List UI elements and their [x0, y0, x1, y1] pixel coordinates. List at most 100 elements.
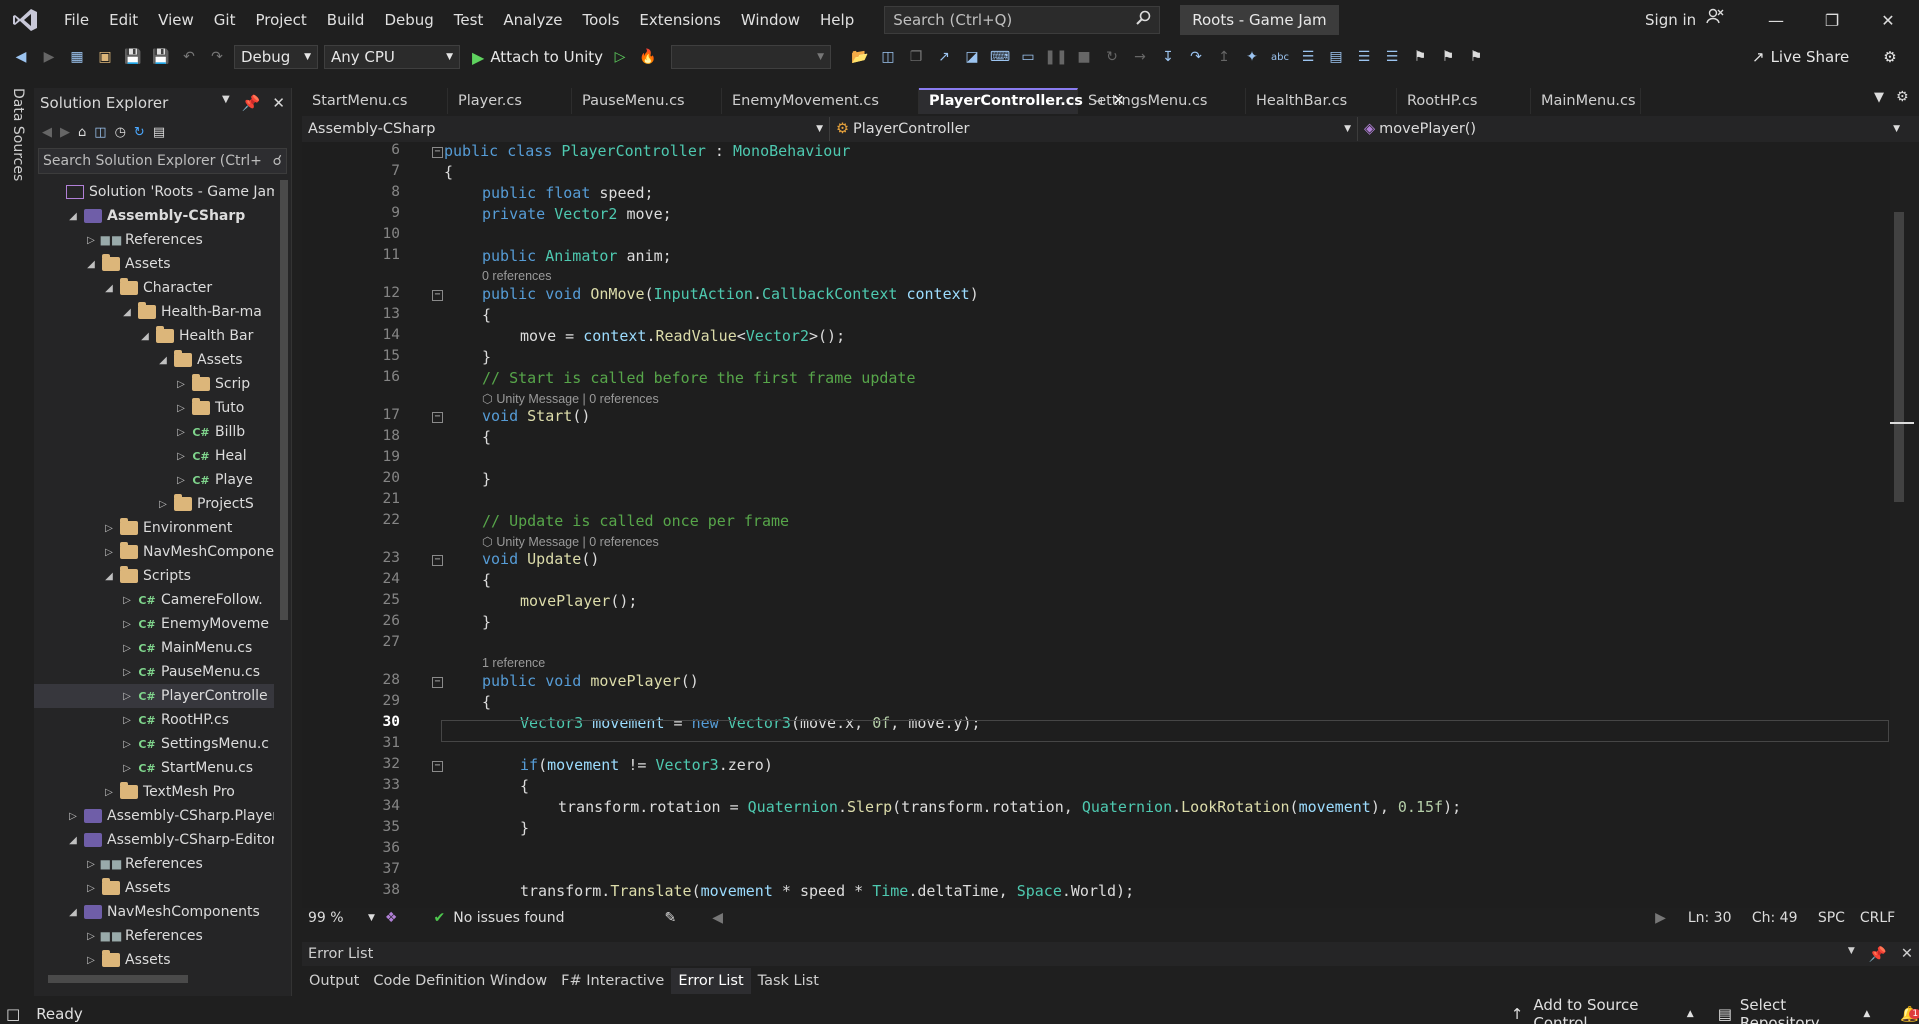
- pin-icon[interactable]: 📌: [1869, 946, 1887, 963]
- tree-item[interactable]: ▷ NavMeshCompone: [34, 540, 274, 564]
- menu-view[interactable]: View: [148, 0, 204, 40]
- code-line[interactable]: 9 private Vector2 move;: [302, 205, 1890, 226]
- tree-item[interactable]: ▷ C# PlayerControlle: [34, 684, 274, 708]
- pending-changes-icon[interactable]: ◷: [115, 125, 126, 140]
- issues-status[interactable]: No issues found: [453, 910, 564, 926]
- hot-reload-icon[interactable]: 🔥: [637, 46, 659, 68]
- tree-item[interactable]: Solution 'Roots - Game Jam': [34, 180, 274, 204]
- sync-icon[interactable]: ↻: [134, 125, 145, 140]
- layout-icon[interactable]: ◫: [877, 46, 899, 68]
- platform-select[interactable]: Any CPU ▼: [324, 45, 460, 69]
- comment-icon[interactable]: ☰: [1353, 46, 1375, 68]
- solution-scrollbar[interactable]: [280, 180, 288, 620]
- menu-tools[interactable]: Tools: [572, 0, 629, 40]
- code-line[interactable]: 7{: [302, 163, 1890, 184]
- tree-item[interactable]: ▷ C# RootHP.cs: [34, 708, 274, 732]
- menu-analyze[interactable]: Analyze: [493, 0, 572, 40]
- collapsed-arrow-icon[interactable]: ▷: [84, 883, 98, 894]
- account-feedback-icon[interactable]: ⚙: [1883, 48, 1896, 66]
- collapsed-arrow-icon[interactable]: ▷: [102, 523, 116, 534]
- project-dropdown[interactable]: Assembly-CSharp ▼: [302, 117, 830, 141]
- collapse-all-icon[interactable]: ▤: [153, 125, 165, 140]
- zoom-level[interactable]: 99 %: [308, 910, 368, 926]
- save-icon[interactable]: 💾: [122, 46, 144, 68]
- whitespace-status[interactable]: SPC: [1818, 910, 1860, 926]
- collapsed-arrow-icon[interactable]: ▷: [84, 931, 98, 942]
- attach-to-unity-button[interactable]: ▶ Attach to Unity: [472, 48, 603, 67]
- tree-item[interactable]: ▷ Assets: [34, 876, 274, 900]
- expanded-arrow-icon[interactable]: ◢: [66, 211, 80, 222]
- menu-git[interactable]: Git: [204, 0, 246, 40]
- code-line[interactable]: 6 − public class PlayerController : MonoBe…: [302, 142, 1890, 163]
- tree-item[interactable]: ▷ Assembly-CSharp.Player: [34, 804, 274, 828]
- step-over-icon[interactable]: ↷: [1185, 46, 1207, 68]
- expanded-arrow-icon[interactable]: ◢: [138, 331, 152, 342]
- align-left-icon[interactable]: ☰: [1297, 46, 1319, 68]
- chevron-right-icon[interactable]: ▶: [1655, 910, 1666, 926]
- tree-item[interactable]: ▷ C# StartMenu.cs: [34, 756, 274, 780]
- code-line[interactable]: 25 movePlayer();: [302, 592, 1890, 613]
- collapsed-arrow-icon[interactable]: ▷: [102, 547, 116, 558]
- navigate-forward-icon[interactable]: ▶: [38, 46, 60, 68]
- new-project-icon[interactable]: ▦: [66, 46, 88, 68]
- minimize-icon[interactable]: —: [1753, 0, 1799, 40]
- chevron-down-icon[interactable]: ▼: [368, 913, 375, 923]
- tab-pausemenu-cs[interactable]: PauseMenu.cs: [572, 88, 722, 114]
- tree-item[interactable]: ◢ Scripts: [34, 564, 274, 588]
- tab-playercontroller-cs[interactable]: PlayerController.cs ⊣ ✕: [919, 88, 1125, 114]
- add-to-source-control-button[interactable]: Add to Source Control: [1533, 996, 1680, 1024]
- code-line[interactable]: 8 public float speed;: [302, 184, 1890, 205]
- collapsed-arrow-icon[interactable]: ▷: [102, 787, 116, 798]
- tree-item[interactable]: ▷ ■■ References: [34, 924, 274, 948]
- collapsed-arrow-icon[interactable]: ▷: [84, 235, 98, 246]
- collapsed-arrow-icon[interactable]: ▷: [120, 595, 134, 606]
- tree-item[interactable]: ▷ C# MainMenu.cs: [34, 636, 274, 660]
- live-share-button[interactable]: ↗ Live Share ⚙: [1752, 40, 1897, 74]
- tree-item[interactable]: ▷ C# PauseMenu.cs: [34, 660, 274, 684]
- close-icon[interactable]: ✕: [1901, 946, 1913, 963]
- tree-item[interactable]: ▷ C# Heal: [34, 444, 274, 468]
- collapsed-arrow-icon[interactable]: ▷: [84, 859, 98, 870]
- tree-item[interactable]: ◢ Assembly-CSharp: [34, 204, 274, 228]
- collapsed-arrow-icon[interactable]: ▷: [174, 451, 188, 462]
- panel-tab-code-definition-window[interactable]: Code Definition Window: [366, 968, 554, 994]
- panel-tab-output[interactable]: Output: [302, 968, 366, 994]
- code-line[interactable]: 15}: [302, 348, 1890, 369]
- line-number-status[interactable]: Ln: 30: [1688, 910, 1752, 926]
- expanded-arrow-icon[interactable]: ◢: [102, 571, 116, 582]
- chevron-down-icon[interactable]: ▼: [1848, 946, 1855, 963]
- save-all-icon[interactable]: 💾: [150, 46, 172, 68]
- codelens-info[interactable]: ⬡ Unity Message | 0 references: [482, 534, 659, 551]
- show-next-statement-icon[interactable]: →: [1129, 46, 1151, 68]
- tree-item[interactable]: ▷ C# SettingsMenu.c: [34, 732, 274, 756]
- sign-in-link[interactable]: Sign in: [1645, 0, 1696, 40]
- collapsed-arrow-icon[interactable]: ▷: [174, 427, 188, 438]
- uncomment-icon[interactable]: ☰: [1381, 46, 1403, 68]
- tree-item[interactable]: ▷ ■■ References: [34, 852, 274, 876]
- export-icon[interactable]: ↗: [933, 46, 955, 68]
- code-line[interactable]: 34 transform.rotation = Quaternion.Slerp(…: [302, 798, 1890, 819]
- tab-enemymovement-cs[interactable]: EnemyMovement.cs: [722, 88, 919, 114]
- open-folder-icon[interactable]: ▣: [94, 46, 116, 68]
- bookmark-icon[interactable]: ⚑: [1409, 46, 1431, 68]
- code-line[interactable]: 20}: [302, 470, 1890, 491]
- menu-build[interactable]: Build: [317, 0, 375, 40]
- code-line[interactable]: 10: [302, 226, 1890, 247]
- select-repository-button[interactable]: Select Repository: [1740, 996, 1858, 1024]
- chevron-left-icon[interactable]: ◀: [712, 910, 723, 926]
- menu-extensions[interactable]: Extensions: [629, 0, 730, 40]
- collapsed-arrow-icon[interactable]: ▷: [174, 379, 188, 390]
- forward-icon[interactable]: ▶: [60, 125, 70, 140]
- tree-item[interactable]: ◢ Health Bar: [34, 324, 274, 348]
- codelens-info[interactable]: 0 references: [482, 269, 551, 286]
- collapsed-arrow-icon[interactable]: ▷: [174, 403, 188, 414]
- tab-list-dropdown-icon[interactable]: ▼: [1874, 90, 1884, 105]
- stop-icon[interactable]: ■: [1073, 46, 1095, 68]
- collapsed-arrow-icon[interactable]: ▷: [120, 643, 134, 654]
- collapsed-arrow-icon[interactable]: ▷: [120, 763, 134, 774]
- panel-tab-f-interactive[interactable]: F# Interactive: [554, 968, 671, 994]
- collapse-region-icon[interactable]: −: [432, 555, 443, 566]
- collapsed-arrow-icon[interactable]: ▷: [120, 739, 134, 750]
- tree-item[interactable]: ▷ C# Playe: [34, 468, 274, 492]
- code-line[interactable]: 35}: [302, 819, 1890, 840]
